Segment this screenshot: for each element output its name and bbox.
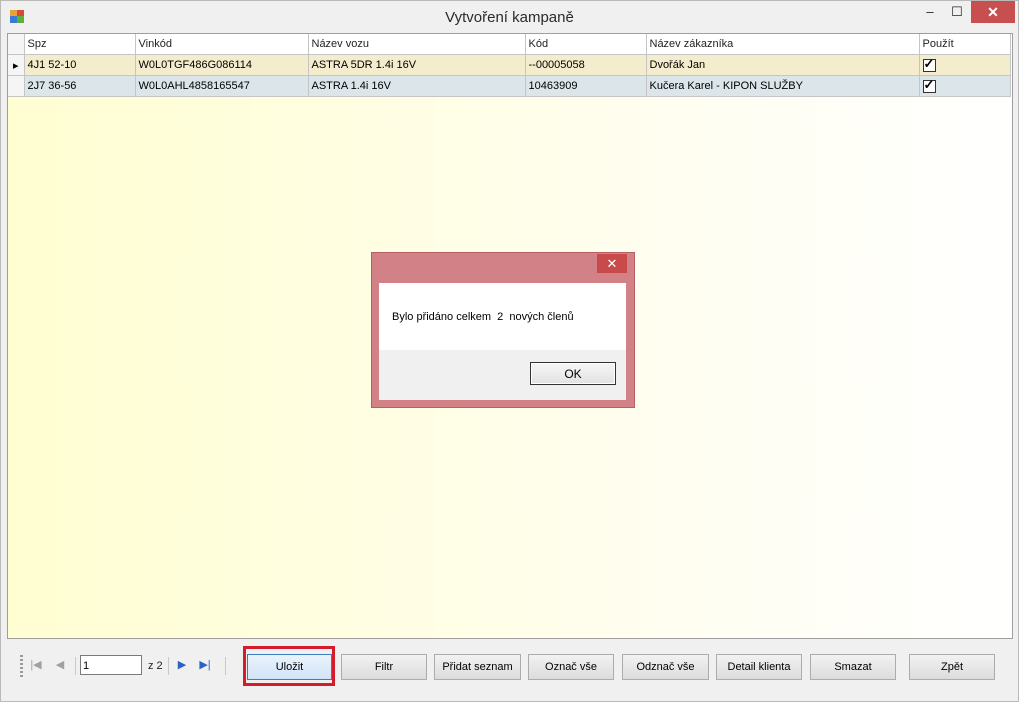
dialog-message: Bylo přidáno celkem 2 nových členů: [392, 311, 574, 323]
add-list-button[interactable]: Přidat seznam: [434, 654, 521, 680]
ok-button[interactable]: OK: [530, 362, 616, 385]
last-page-icon[interactable]: ▶|: [198, 658, 212, 672]
use-checkbox[interactable]: [922, 77, 936, 93]
column-header-spz[interactable]: Spz: [24, 34, 136, 55]
table-row[interactable]: 2J7 36-56 W0L0AHL4858165547 ASTRA 1.4i 1…: [8, 75, 1011, 97]
cell-pouzit[interactable]: [919, 75, 1011, 97]
column-header-kod[interactable]: Kód: [525, 34, 647, 55]
cell-nazev-zakaznika[interactable]: Dvořák Jan: [646, 54, 920, 76]
delete-button[interactable]: Smazat: [810, 654, 896, 680]
cell-pouzit[interactable]: [919, 54, 1011, 76]
maximize-button[interactable]: ☐: [943, 1, 971, 23]
first-page-icon[interactable]: |◀: [29, 658, 43, 672]
use-checkbox[interactable]: [922, 56, 936, 72]
main-window: Vytvoření kampaně – ☐ ✕ Spz Vinkód Název…: [0, 0, 1019, 702]
pager-separator: [225, 657, 226, 675]
bottom-toolbar: |◀ ◀ 1 z 2 ▶ ▶| Uložit Filtr Přidat sezn…: [7, 639, 1011, 695]
cell-kod[interactable]: --00005058: [525, 54, 647, 76]
dialog-footer: OK: [379, 350, 626, 400]
deselect-all-button[interactable]: Odznač vše: [622, 654, 709, 680]
page-number-input[interactable]: 1: [80, 655, 142, 675]
cell-nazev-zakaznika[interactable]: Kučera Karel - KIPON SLUŽBY: [646, 75, 920, 97]
message-dialog: ✕ Bylo přidáno celkem 2 nových členů OK: [371, 252, 635, 408]
cell-kod[interactable]: 10463909: [525, 75, 647, 97]
cell-vinkod[interactable]: W0L0AHL4858165547: [135, 75, 309, 97]
page-count-label: z 2: [148, 660, 163, 672]
next-page-icon[interactable]: ▶: [175, 658, 189, 672]
save-button[interactable]: Uložit: [247, 654, 332, 680]
cell-nazev-vozu[interactable]: ASTRA 5DR 1.4i 16V: [308, 54, 526, 76]
pager-separator: [168, 657, 169, 675]
column-header-pouzit[interactable]: Použít: [919, 34, 1011, 55]
toolbar-grip[interactable]: [20, 655, 23, 677]
cell-nazev-vozu[interactable]: ASTRA 1.4i 16V: [308, 75, 526, 97]
cell-spz[interactable]: 4J1 52-10: [24, 54, 136, 76]
prev-page-icon[interactable]: ◀: [53, 658, 67, 672]
table-row[interactable]: ▸ 4J1 52-10 W0L0TGF486G086114 ASTRA 5DR …: [8, 54, 1011, 76]
title-bar: Vytvoření kampaně – ☐ ✕: [1, 1, 1018, 32]
row-header-corner: [8, 34, 25, 55]
back-button[interactable]: Zpět: [909, 654, 995, 680]
column-header-nazev-vozu[interactable]: Název vozu: [308, 34, 526, 55]
minimize-button[interactable]: –: [916, 1, 944, 23]
filter-button[interactable]: Filtr: [341, 654, 427, 680]
grid-table: Spz Vinkód Název vozu Kód Název zákazník…: [8, 34, 1011, 97]
dialog-close-button[interactable]: ✕: [597, 254, 627, 273]
row-header[interactable]: [8, 75, 25, 97]
column-header-vinkod[interactable]: Vinkód: [135, 34, 309, 55]
cell-vinkod[interactable]: W0L0TGF486G086114: [135, 54, 309, 76]
window-title: Vytvoření kampaně: [445, 9, 574, 26]
select-all-button[interactable]: Označ vše: [528, 654, 614, 680]
column-header-nazev-zakaznika[interactable]: Název zákazníka: [646, 34, 920, 55]
close-button[interactable]: ✕: [971, 1, 1015, 23]
current-row-indicator-icon: ▸: [8, 54, 25, 76]
cell-spz[interactable]: 2J7 36-56: [24, 75, 136, 97]
pager-separator: [75, 657, 76, 675]
client-detail-button[interactable]: Detail klienta: [716, 654, 802, 680]
dialog-body: Bylo přidáno celkem 2 nových členů: [379, 283, 626, 350]
